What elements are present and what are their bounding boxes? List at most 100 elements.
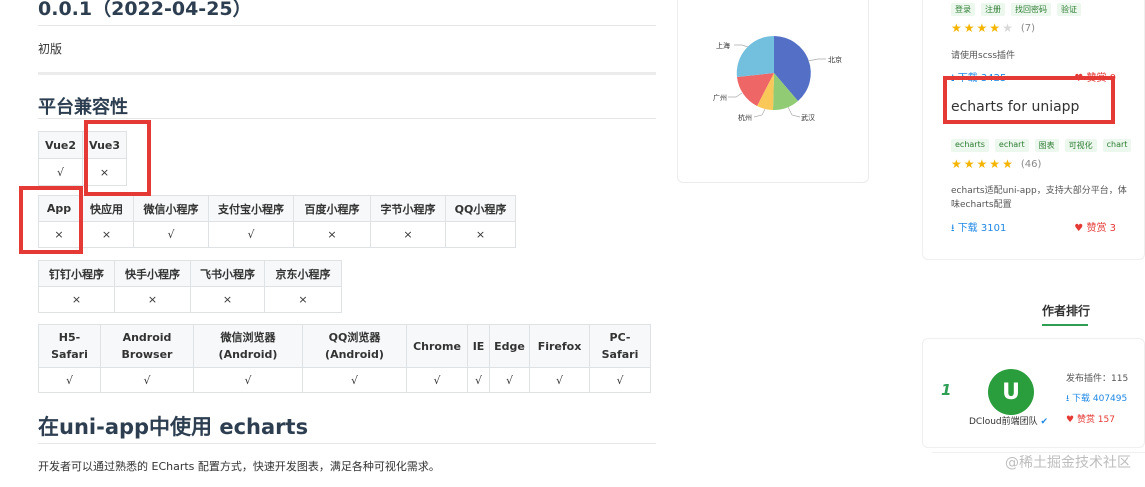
star-half-icon: ★ [989,21,1001,35]
table-header: H5- Safari [38,324,101,368]
tag[interactable]: echart [994,139,1029,152]
tag[interactable]: 注册 [981,3,1005,16]
author-downloads: ⭳ 下载 407495 [1066,394,1128,404]
pie-chart-preview: 北京 武汉 杭州 广州 上海 [713,35,842,122]
table-header: Firefox [529,324,590,368]
page: 0.0.1（2022-04-25） 初版 平台兼容性 Vue2 Vue3 √ ×… [0,0,1145,487]
table-header: 支付宝小程序 [208,195,294,222]
divider [38,72,656,75]
divider [38,25,656,26]
table-cell: √ [529,367,590,393]
table-cell: √ [38,367,101,393]
table-header: Edge [489,324,530,368]
pie-label-hangzhou: 杭州 [738,113,752,122]
divider [38,118,656,119]
pie-label-wuhan: 武汉 [801,113,815,122]
tag[interactable]: 图表 [1034,139,1059,152]
compat-heading: 平台兼容性 [38,97,128,118]
table-header: QQ小程序 [445,195,516,222]
usage-description: 开发者可以通过熟悉的 ECharts 配置方式，快速开发图表，满足各种可视化需求… [38,460,440,473]
table-header: PC- Safari [589,324,651,368]
table-header: Chrome [406,324,468,368]
rating-count: (7) [1020,22,1035,34]
pie-label-beijing: 北京 [828,55,842,64]
appreciate-count[interactable]: ♥ 赞赏 3 [1074,219,1116,234]
published-plugins: 发布插件：115 [1066,374,1129,384]
table-header: Android Browser [100,324,194,368]
plugin-tags: 登录 注册 找回密码 验证 [951,3,1081,16]
tab-author-ranking[interactable]: 作者排行 [1042,302,1090,319]
author-name[interactable]: DCloud前端团队 ✔ [969,414,1048,427]
author-appreciations: ♥ 赞赏 157 [1066,415,1115,425]
star-icon: ★ [976,21,988,35]
right-sidebar: 登录 注册 找回密码 验证 ★ ★ ★ ★ ★ (7) 请使用scss插件 ⭳ … [922,0,1145,487]
table-cell: × [293,221,371,248]
pie-label-shanghai: 上海 [716,41,730,50]
tab-active-indicator [1042,324,1088,326]
heart-icon: ♥ [1066,415,1077,425]
highlight-box-app [19,186,83,254]
pie-slice-shanghai [736,35,774,77]
table-cell: × [264,286,342,313]
table-cell: √ [589,367,651,393]
table-cell: √ [38,158,83,186]
table-cell: √ [489,367,530,393]
table-header: 飞书小程序 [190,260,265,287]
watermark: @稀土掘金技术社区 [1005,455,1131,471]
pie-label-guangzhou: 广州 [713,93,727,102]
tag[interactable]: chart [1102,139,1132,152]
star-icon: ★ [963,21,975,35]
table-header: 百度小程序 [293,195,371,222]
plugin-description: 请使用scss插件 [951,51,1016,61]
table-cell: √ [208,221,294,248]
star-icon: ★ [976,157,988,171]
table-header: Vue2 [38,131,83,159]
plugin-list-card: 登录 注册 找回密码 验证 ★ ★ ★ ★ ★ (7) 请使用scss插件 ⭳ … [922,0,1145,260]
tag[interactable]: echarts [951,139,989,152]
plugin-preview-card[interactable]: 北京 武汉 杭州 广州 上海 [677,0,869,183]
highlight-box-echarts [943,76,1115,124]
table-header: 快手小程序 [114,260,191,287]
usage-heading: 在uni-app中使用 echarts [38,415,309,439]
version-heading: 0.0.1（2022-04-25） [38,0,252,20]
star-icon: ★ [951,157,962,171]
article-content: 0.0.1（2022-04-25） 初版 平台兼容性 Vue2 Vue3 √ ×… [0,0,670,487]
table-header: 字节小程序 [370,195,446,222]
table-cell: × [190,286,265,313]
rating-stars: ★ ★ ★ ★ ★ (7) [951,21,1035,35]
star-icon: ★ [989,157,1001,171]
plugin-tags: echarts echart 图表 可视化 chart [951,139,1132,152]
table-cell: × [38,286,115,313]
miniapp-compat-table: App 快应用 微信小程序 支付宝小程序 百度小程序 字节小程序 QQ小程序 ×… [38,195,516,248]
table-cell: √ [467,367,490,393]
download-count[interactable]: ⭳ 下载 3101 [951,219,1006,238]
star-empty-icon: ★ [1002,21,1013,35]
star-icon: ★ [963,157,975,171]
browser-compat-table: H5- Safari Android Browser 微信浏览器 (Android) … [38,324,651,393]
table-cell: √ [302,367,407,393]
author-card[interactable]: 1 U DCloud前端团队 ✔ 发布插件：115 ⭳ 下载 407495 ♥ … [922,338,1145,448]
table-header: 微信浏览器 (Android) [193,324,303,368]
tag[interactable]: 验证 [1057,3,1081,16]
table-cell: √ [133,221,209,248]
table-header: 钉钉小程序 [38,260,115,287]
table-cell: √ [193,367,303,393]
table-cell: × [114,286,191,313]
table-header: 快应用 [79,195,134,222]
rating-count: (46) [1020,158,1042,170]
tag[interactable]: 登录 [951,3,975,16]
table-cell: × [79,221,134,248]
rank-number: 1 [941,381,952,399]
tag[interactable]: 找回密码 [1011,3,1051,16]
table-header: 微信小程序 [133,195,209,222]
star-icon: ★ [951,21,962,35]
star-half-icon: ★ [1002,157,1013,171]
avatar[interactable]: U [988,369,1034,415]
table-cell: × [370,221,446,248]
download-icon: ⭳ [951,223,958,234]
tag[interactable]: 可视化 [1064,139,1097,152]
table-header: QQ浏览器 (Android) [302,324,407,368]
miniapp-compat-table-2: 钉钉小程序 快手小程序 飞书小程序 京东小程序 × × × × [38,260,342,313]
plugin-description-cont: 味echarts配置 [951,200,1012,210]
verified-icon: ✔ [1040,417,1049,427]
